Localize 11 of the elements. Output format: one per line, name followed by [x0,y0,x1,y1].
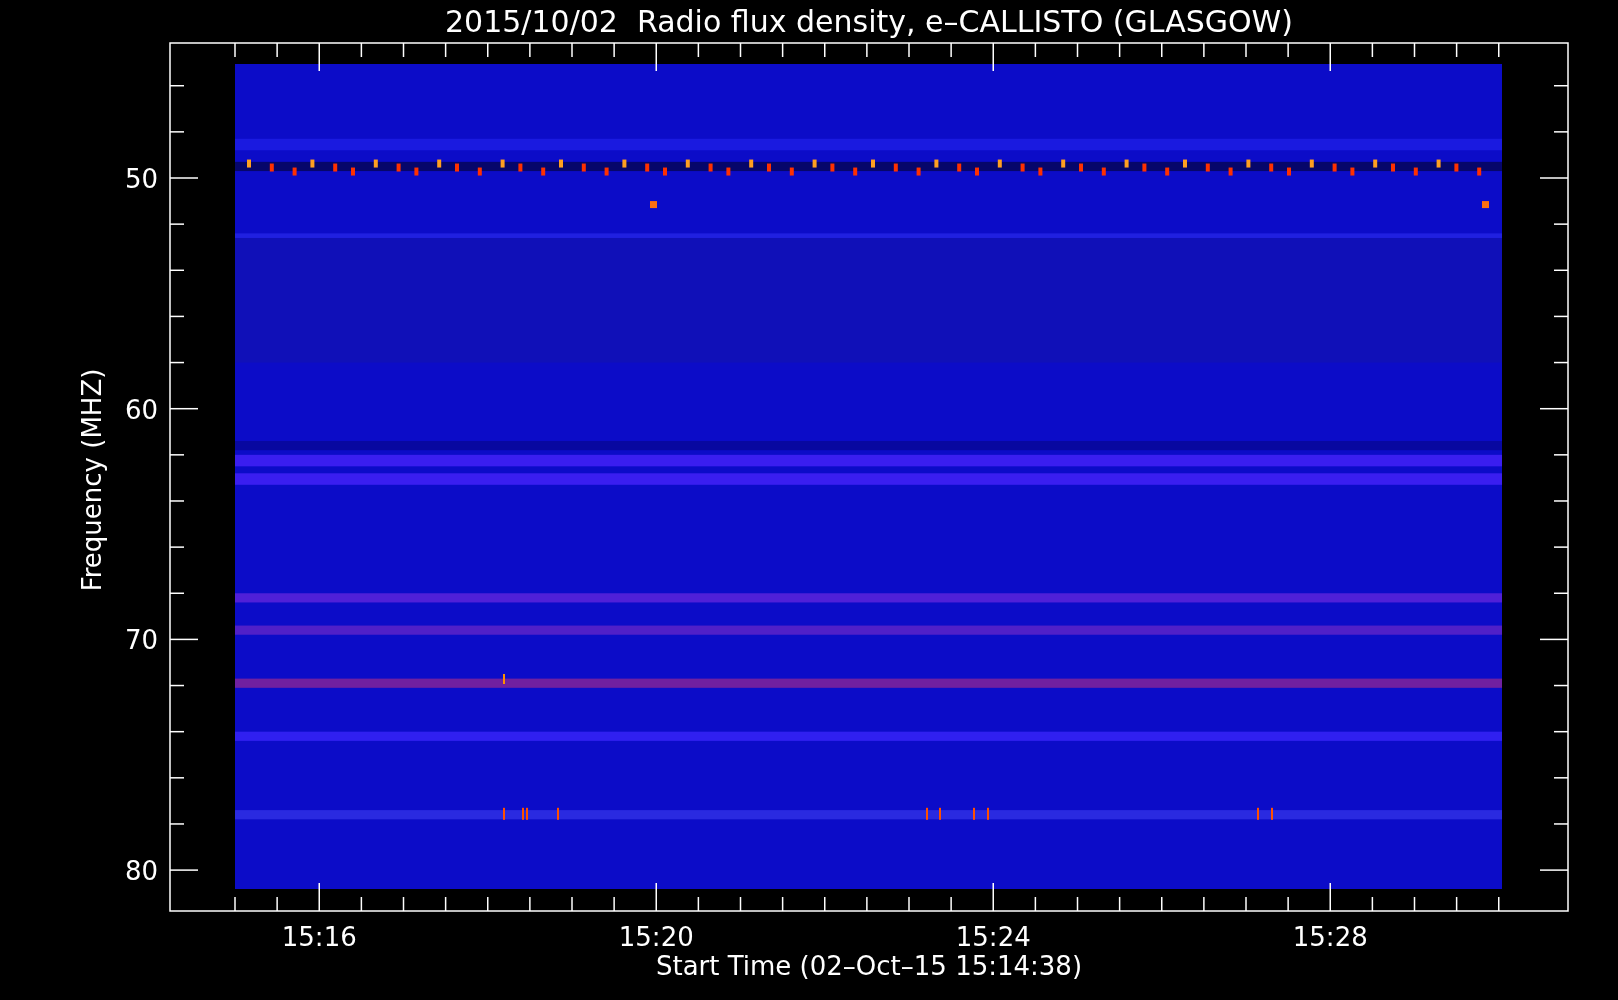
tick-label: 80 [124,856,158,887]
plot-title: 2015/10/02 Radio flux density, e–CALLISTO (GLASGOW) [445,4,1293,39]
tick-label: 15:28 [1292,922,1368,952]
axis-label: Start Time (02–Oct–15 15:14:38) [655,951,1083,981]
tick-label: 15:20 [618,922,694,952]
tick-label: 15:24 [955,922,1031,952]
tick-label: 15:16 [281,922,357,952]
tick-label: 70 [124,625,158,656]
tick-label: 50 [124,164,158,194]
axis-label: Frequency (MHZ) [77,368,107,592]
tick-label: 60 [124,394,158,425]
